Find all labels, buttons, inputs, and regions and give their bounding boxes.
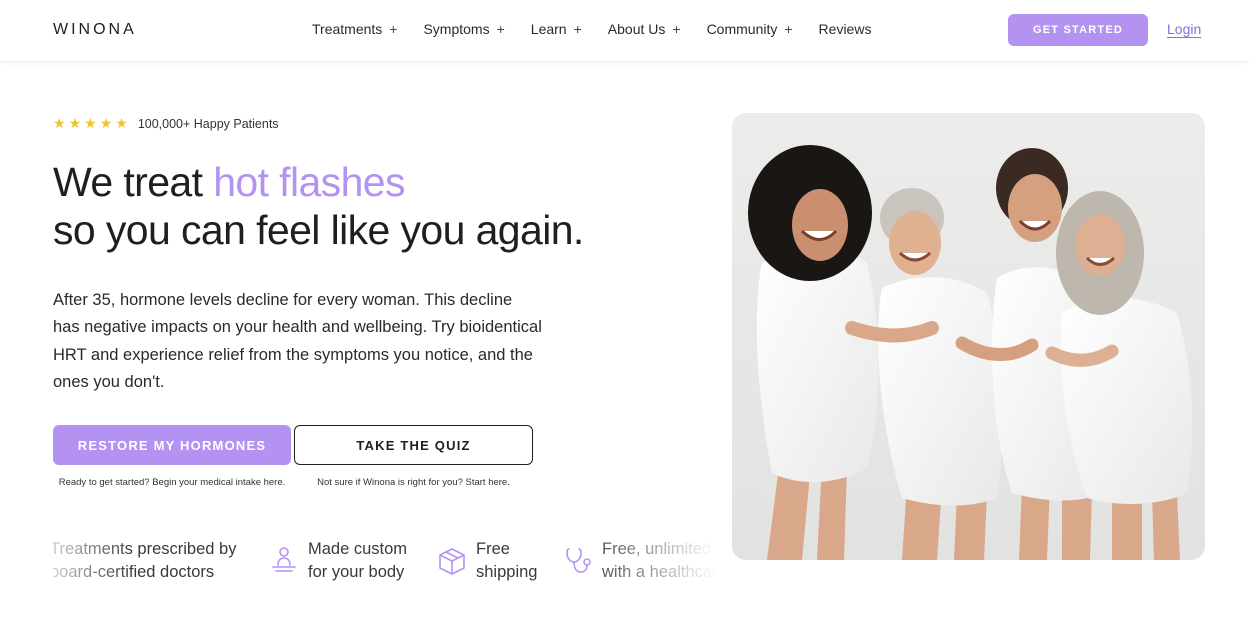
nav-item-reviews[interactable]: Reviews — [819, 21, 872, 37]
plus-icon: + — [496, 21, 505, 37]
nav-item-label: Reviews — [818, 21, 872, 37]
plus-icon: + — [784, 21, 793, 37]
stethoscope-icon — [562, 545, 594, 577]
restore-my-hormones-button[interactable]: RESTORE MY HORMONES — [53, 425, 291, 465]
site-header: WINONA Treatments + Symptoms + Learn + A… — [0, 0, 1249, 62]
feature-line: Made custom — [308, 540, 408, 558]
nav-item-symptoms[interactable]: Symptoms + — [423, 21, 504, 37]
star-icon: ★ — [53, 115, 66, 131]
login-link[interactable]: Login — [1167, 21, 1201, 37]
feature-line: Treatments prescribed by — [53, 540, 237, 558]
headline-prefix: We treat — [53, 159, 214, 205]
rating-row: ★ ★ ★ ★ ★ 100,000+ Happy Patients — [53, 115, 279, 132]
body-icon — [268, 545, 300, 577]
feature-healthcare: Free, unlimited with a healthcare — [562, 538, 717, 584]
rating-text: 100,000+ Happy Patients — [137, 116, 279, 131]
feature-line: for your body — [308, 563, 405, 581]
feature-text: Free, unlimited with a healthcare — [602, 538, 717, 584]
star-rating: ★ ★ ★ ★ ★ — [53, 115, 128, 132]
feature-text: Treatments prescribed by board-certified… — [53, 538, 236, 584]
plus-icon: + — [672, 21, 681, 37]
star-icon: ★ — [84, 115, 97, 131]
nav-item-label: Community — [706, 21, 778, 37]
feature-line: board-certified doctors — [53, 563, 215, 581]
feature-doctors: Treatments prescribed by board-certified… — [53, 538, 236, 584]
winona-logo[interactable]: WINONA — [53, 21, 137, 39]
feature-text: Free shipping — [476, 538, 537, 584]
hero-headline: We treat hot flashes so you can feel lik… — [53, 158, 584, 254]
headline-line2: so you can feel like you again. — [53, 207, 584, 253]
hero-photo — [732, 113, 1205, 560]
nav-item-learn[interactable]: Learn + — [531, 21, 582, 37]
star-icon: ★ — [68, 115, 82, 131]
plus-icon: + — [389, 21, 398, 37]
nav-item-label: Learn — [530, 21, 567, 37]
feature-line: shipping — [476, 563, 538, 581]
feature-shipping: Free shipping — [436, 538, 537, 584]
hero-photo-illustration — [732, 113, 1205, 560]
star-icon: ★ — [99, 115, 113, 131]
take-the-quiz-button[interactable]: TAKE THE QUIZ — [294, 425, 533, 465]
feature-line: with a healthcare — [602, 563, 717, 581]
get-started-button[interactable]: GET STARTED — [1008, 14, 1148, 46]
primary-cta-note: Ready to get started? Begin your medical… — [58, 477, 286, 488]
feature-line: Free — [476, 540, 510, 558]
feature-text: Made custom for your body — [308, 538, 407, 584]
nav-item-treatments[interactable]: Treatments + — [312, 21, 397, 37]
box-icon — [436, 545, 468, 577]
headline-accent: hot flashes — [213, 159, 405, 205]
nav-item-label: Treatments — [312, 21, 383, 37]
star-icon: ★ — [115, 115, 128, 131]
plus-icon: + — [573, 21, 582, 37]
feature-custom: Made custom for your body — [268, 538, 407, 584]
main-nav: Treatments + Symptoms + Learn + About Us… — [312, 21, 897, 37]
feature-strip: Treatments prescribed by board-certified… — [53, 538, 717, 588]
hero-intro: After 35, hormone levels decline for eve… — [53, 291, 542, 391]
nav-item-label: About Us — [607, 21, 666, 37]
feature-line: Free, unlimited — [602, 540, 712, 558]
nav-item-about-us[interactable]: About Us + — [608, 21, 681, 37]
nav-item-label: Symptoms — [423, 21, 490, 37]
nav-item-community[interactable]: Community + — [707, 21, 793, 37]
secondary-cta-note: Not sure if Winona is right for you? Sta… — [317, 477, 510, 488]
